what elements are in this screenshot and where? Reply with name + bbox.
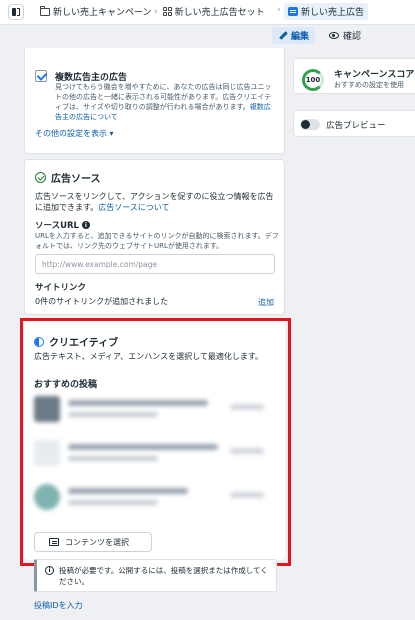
post-stats-placeholder	[230, 404, 264, 410]
post-thumbnail	[34, 484, 60, 510]
post-meta-placeholder	[68, 500, 158, 505]
creative-heading: クリエイティブ	[34, 334, 118, 349]
more-settings-link[interactable]: その他の設定を表示 ▾	[35, 128, 114, 139]
select-content-button[interactable]: コンテンツを選択	[34, 532, 152, 552]
source-url-help: URLを入力すると、追加できるサイトのリンクが自動的に検索されます。デフォルトで…	[35, 232, 279, 250]
recommended-posts-title: おすすめの投稿	[34, 380, 98, 390]
ad-preview-toggle[interactable]	[300, 119, 320, 130]
sitelinks-label: サイトリンク	[35, 283, 87, 293]
top-bar: 新しい売上キャンペーン › 新しい売上広告セット › 新しい売上広告	[0, 0, 415, 25]
folder-icon	[40, 5, 50, 16]
mode-bar: 編集 確認	[0, 24, 415, 48]
breadcrumb-campaign[interactable]: 新しい売上キャンペーン	[40, 5, 152, 18]
recommended-post[interactable]	[34, 478, 274, 518]
post-text-placeholder	[68, 444, 218, 450]
chevron-right-icon: ›	[154, 6, 158, 17]
creative-card: クリエイティブ 広告テキスト、メディア、エンハンスを選択して最適化します。 おす…	[24, 320, 285, 560]
creative-description: 広告テキスト、メディア、エンハンスを選択して最適化します。	[34, 352, 264, 361]
pencil-icon	[278, 31, 287, 40]
ad-preview-label: 広告プレビュー	[326, 121, 386, 131]
multi-advertiser-card: 複数広告主の広告 見つけてもらう機会を増やすために、あなたの広告は同じ広告ユニッ…	[24, 48, 285, 154]
multi-advertiser-description: 見つけてもらう機会を増やすために、あなたの広告は同じ広告ユニットの他の広告と一緒…	[55, 83, 272, 121]
half-circle-icon	[34, 336, 44, 347]
post-thumbnail	[34, 440, 60, 466]
post-thumbnail	[34, 396, 60, 422]
ad-source-link[interactable]: 広告ソースについて	[98, 203, 169, 212]
post-required-notice: i 投稿が必要です。公開するには、投稿を選択または作成してください。	[34, 559, 277, 592]
multi-advertiser-checkbox[interactable]	[35, 70, 47, 82]
sitelinks-status: 0件のサイトリンクが追加されました	[35, 297, 169, 306]
source-url-label: ソースURL i	[35, 219, 90, 231]
sidebar-toggle-icon[interactable]	[8, 4, 24, 20]
post-text-placeholder	[68, 488, 188, 494]
source-url-input[interactable]	[35, 254, 275, 274]
review-button[interactable]: 確認	[323, 27, 367, 44]
eye-icon	[329, 32, 339, 39]
ad-preview-card: 広告プレビュー	[293, 110, 415, 137]
ad-source-card: 広告ソース 広告ソースをリンクして、アクションを促すのに役立つ情報を広告に追加で…	[24, 159, 285, 315]
post-text-placeholder	[68, 400, 208, 406]
ad-source-heading: 広告ソース	[35, 170, 101, 185]
adset-grid-icon	[162, 7, 172, 16]
info-icon[interactable]: i	[81, 221, 90, 229]
chevron-right-icon: ›	[277, 5, 281, 15]
check-circle-icon	[35, 172, 46, 183]
add-sitelink-link[interactable]: 追加	[258, 297, 274, 308]
recommended-post[interactable]	[34, 434, 274, 474]
info-icon: i	[45, 566, 54, 575]
edit-button[interactable]: 編集	[272, 27, 316, 44]
enter-post-id-link[interactable]: 投稿IDを入力	[34, 600, 83, 611]
ad-source-description: 広告ソースをリンクして、アクションを促すのに役立つ情報を広告に追加できます。広告…	[35, 192, 274, 212]
campaign-score-card[interactable]: 100 キャンペーンスコア おすすめの設定を使用	[293, 58, 415, 94]
recommended-post[interactable]	[34, 390, 274, 430]
notice-text: 投稿が必要です。公開するには、投稿を選択または作成してください。	[59, 566, 268, 586]
post-meta-placeholder	[68, 456, 158, 461]
campaign-score-title: キャンペーンスコア	[334, 70, 415, 80]
post-meta-placeholder	[68, 412, 158, 417]
post-stats-placeholder	[230, 448, 264, 454]
score-ring: 100	[302, 69, 324, 91]
campaign-score-subtitle: おすすめの設定を使用	[334, 81, 404, 89]
ad-icon	[288, 7, 298, 16]
breadcrumb-ad[interactable]: 新しい売上広告	[284, 3, 369, 20]
post-stats-placeholder	[230, 492, 264, 498]
content-icon	[49, 538, 59, 546]
breadcrumb-adset[interactable]: › 新しい売上広告セット	[154, 5, 265, 19]
